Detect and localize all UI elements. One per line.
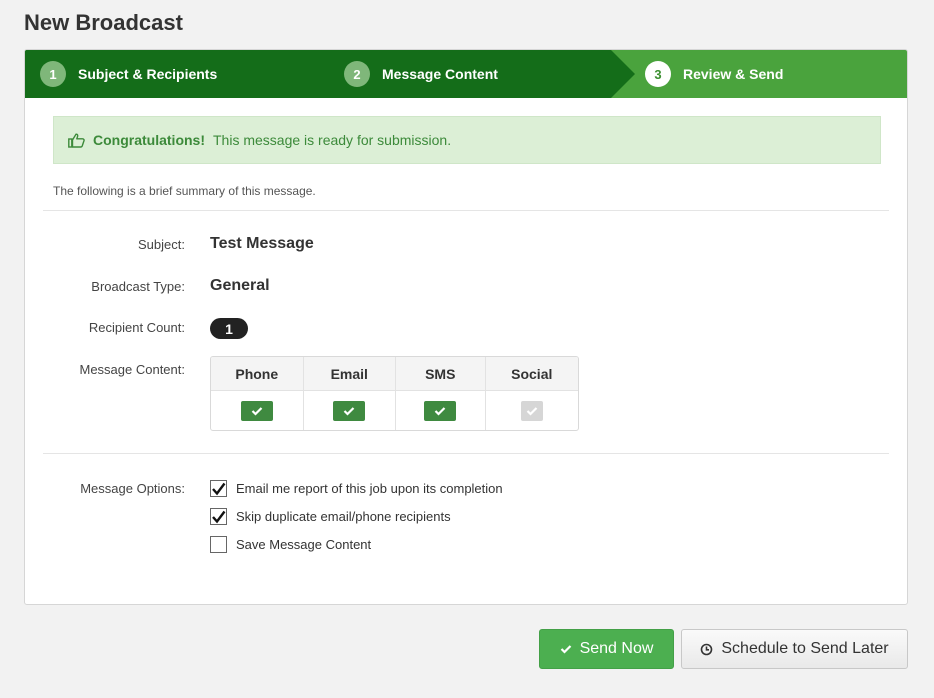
channel-header: Phone: [211, 357, 303, 391]
schedule-label: Schedule to Send Later: [721, 640, 889, 657]
channel-column-phone: Phone: [211, 357, 304, 430]
step-label: Subject & Recipients: [78, 66, 218, 82]
channel-table: Phone Email SMS Social: [210, 356, 579, 431]
check-icon-disabled: [520, 400, 543, 421]
option-email-report[interactable]: Email me report of this job upon its com…: [210, 480, 503, 497]
channel-status-cell: [211, 391, 303, 430]
broadcast-panel: 1 Subject & Recipients 2 Message Content…: [24, 49, 908, 605]
checkbox-unchecked[interactable]: [210, 536, 227, 553]
divider: [43, 210, 889, 211]
step-label: Message Content: [382, 66, 498, 82]
channel-column-social: Social: [485, 357, 578, 430]
subject-label: Subject:: [138, 237, 185, 252]
check-icon: [424, 400, 457, 421]
message-content-label: Message Content:: [79, 362, 185, 377]
divider: [43, 453, 889, 454]
alert-heading: Congratulations!: [93, 132, 205, 148]
schedule-send-later-button[interactable]: Schedule to Send Later: [681, 629, 908, 669]
step-number: 2: [344, 61, 370, 87]
option-label: Skip duplicate email/phone recipients: [236, 509, 451, 524]
send-now-button[interactable]: Send Now: [539, 629, 674, 669]
alert-message: This message is ready for submission.: [213, 132, 452, 148]
step-number: 1: [40, 61, 66, 87]
channel-header: Email: [303, 357, 395, 391]
option-label: Email me report of this job upon its com…: [236, 481, 503, 496]
channel-header: Social: [485, 357, 578, 391]
check-icon: [560, 644, 572, 654]
summary-intro: The following is a brief summary of this…: [53, 184, 316, 198]
wizard-stepper: 1 Subject & Recipients 2 Message Content…: [25, 50, 907, 98]
channel-column-sms: SMS: [396, 357, 486, 430]
step-review-send[interactable]: 3 Review & Send: [645, 50, 783, 98]
channel-column-email: Email: [303, 357, 396, 430]
option-skip-duplicates[interactable]: Skip duplicate email/phone recipients: [210, 508, 451, 525]
check-icon: [333, 400, 366, 421]
success-alert: Congratulations! This message is ready f…: [53, 116, 881, 164]
recipient-count-label: Recipient Count:: [88, 320, 185, 335]
send-now-label: Send Now: [579, 640, 654, 657]
step-number: 3: [645, 61, 671, 87]
broadcast-type-value: General: [210, 277, 270, 294]
channel-status-cell: [304, 391, 396, 430]
clock-icon: [700, 643, 713, 656]
checkbox-checked[interactable]: [210, 508, 227, 525]
checkbox-checked[interactable]: [210, 480, 227, 497]
page-title: New Broadcast: [24, 10, 183, 35]
thumbs-up-icon: [68, 132, 85, 148]
subject-value: Test Message: [210, 235, 314, 252]
option-label: Save Message Content: [236, 537, 372, 552]
channel-header: SMS: [396, 357, 485, 391]
recipient-count-badge: 1: [210, 318, 248, 339]
message-options-label: Message Options:: [80, 481, 185, 496]
channel-status-cell: [486, 391, 578, 430]
check-icon: [240, 400, 273, 421]
step-subject-recipients[interactable]: 1 Subject & Recipients: [40, 50, 217, 98]
channel-status-cell: [396, 391, 485, 430]
step-message-content[interactable]: 2 Message Content: [344, 50, 498, 98]
option-save-content[interactable]: Save Message Content: [210, 536, 371, 553]
broadcast-type-label: Broadcast Type:: [91, 279, 185, 294]
step-label: Review & Send: [683, 66, 784, 82]
